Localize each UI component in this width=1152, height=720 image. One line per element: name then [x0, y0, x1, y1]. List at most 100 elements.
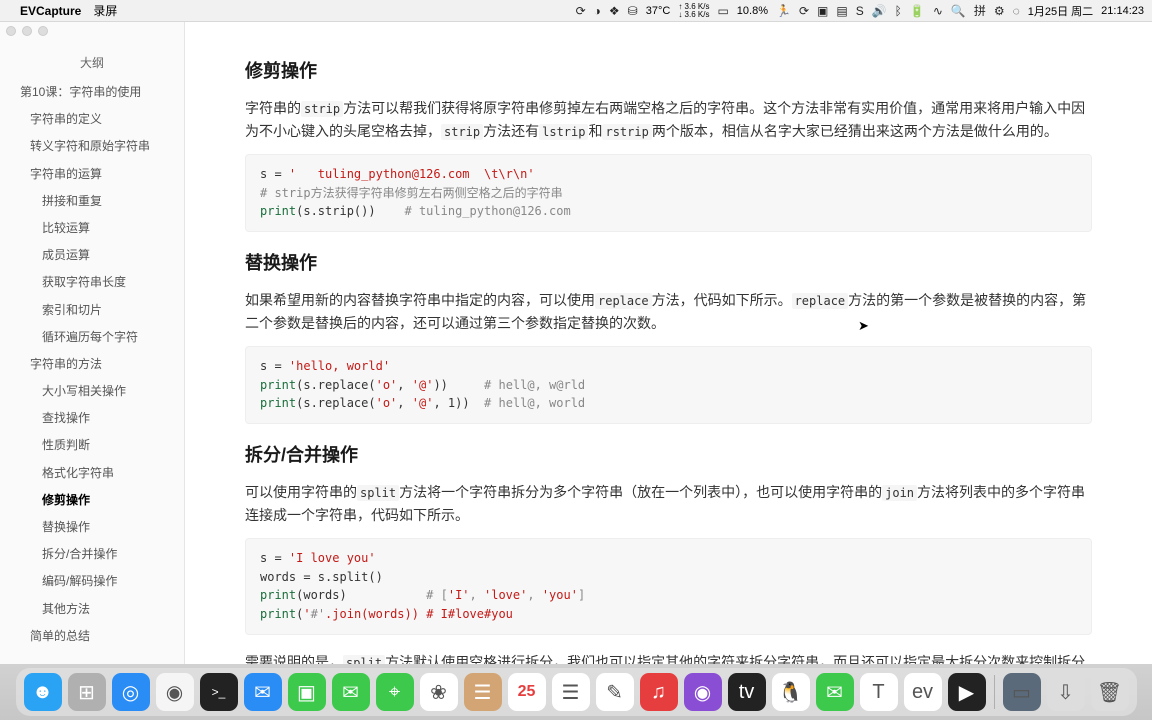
- paragraph: 可以使用字符串的split方法将一个字符串拆分为多个字符串（放在一个列表中），也…: [245, 481, 1092, 529]
- temp: 37°C: [646, 5, 671, 17]
- outline-item[interactable]: 替换操作: [0, 514, 184, 541]
- input-icon[interactable]: 拼: [974, 2, 986, 19]
- dock-app-messages[interactable]: ✉: [332, 673, 370, 711]
- code-block[interactable]: s = 'hello, world' print(s.replace('o', …: [245, 346, 1092, 424]
- outline-item[interactable]: 字符串的定义: [0, 106, 184, 133]
- outline-item[interactable]: 大小写相关操作: [0, 378, 184, 405]
- dock-app-ev[interactable]: ev: [904, 673, 942, 711]
- outline-item[interactable]: 索引和切片: [0, 297, 184, 324]
- dock-app-downloads[interactable]: ⇩: [1047, 673, 1085, 711]
- battery-icon[interactable]: 🔋: [910, 4, 925, 18]
- dock-app-reminders[interactable]: ☰: [552, 673, 590, 711]
- outline-item[interactable]: 比较运算: [0, 215, 184, 242]
- network-stats: ↑ 3.6 K/s ↓ 3.6 K/s: [678, 3, 709, 19]
- date[interactable]: 1月25日 周二: [1028, 3, 1093, 19]
- dock-app-finder[interactable]: ☻: [24, 673, 62, 711]
- outline-item[interactable]: 获取字符串长度: [0, 269, 184, 296]
- dock-app-typora[interactable]: T: [860, 673, 898, 711]
- battery-icon[interactable]: ▭: [717, 4, 728, 18]
- code-inline: strip: [441, 124, 483, 140]
- status-icon[interactable]: ▣: [817, 4, 828, 18]
- code-inline: replace: [595, 293, 652, 309]
- outline-item[interactable]: 修剪操作: [0, 487, 184, 514]
- status-icon[interactable]: ∿: [933, 4, 943, 18]
- dock-app-maps[interactable]: ⌖: [376, 673, 414, 711]
- code-inline: split: [343, 655, 385, 665]
- status-icon[interactable]: ⛁: [628, 4, 638, 18]
- paragraph: 字符串的strip方法可以帮我们获得将原字符串修剪掉左右两端空格之后的字符串。这…: [245, 97, 1092, 145]
- dock-app-photos[interactable]: ❀: [420, 673, 458, 711]
- zoom-button[interactable]: [38, 26, 48, 36]
- outline-item[interactable]: 字符串的运算: [0, 161, 184, 188]
- outline-item[interactable]: 性质判断: [0, 432, 184, 459]
- code-block[interactable]: s = ' tuling_python@126.com \t\r\n' # st…: [245, 154, 1092, 232]
- dock-app-wechat[interactable]: ✉: [816, 673, 854, 711]
- dock-app-qq[interactable]: 🐧: [772, 673, 810, 711]
- dock-app-trash[interactable]: 🗑: [1091, 673, 1129, 711]
- outline-item[interactable]: 简单的总结: [0, 623, 184, 650]
- outline-item[interactable]: 编码/解码操作: [0, 568, 184, 595]
- dock-app-contacts[interactable]: ☰: [464, 673, 502, 711]
- document-content[interactable]: 修剪操作 字符串的strip方法可以帮我们获得将原字符串修剪掉左右两端空格之后的…: [185, 22, 1152, 664]
- cpu: 10.8%: [737, 5, 768, 17]
- code-inline: rstrip: [602, 124, 651, 140]
- outline-item[interactable]: 循环遍历每个字符: [0, 324, 184, 351]
- dock-app-safari[interactable]: ◎: [112, 673, 150, 711]
- heading-trim: 修剪操作: [245, 56, 1092, 87]
- dock-separator: [994, 675, 995, 709]
- dock-app-launchpad[interactable]: ⊞: [68, 673, 106, 711]
- outline-item[interactable]: 拼接和重复: [0, 188, 184, 215]
- search-icon[interactable]: 🔍: [951, 4, 966, 18]
- dock-app-tv[interactable]: tv: [728, 673, 766, 711]
- status-icon[interactable]: ⟳: [799, 4, 809, 18]
- minimize-button[interactable]: [22, 26, 32, 36]
- status-icon[interactable]: ❖: [609, 4, 620, 18]
- outline-item[interactable]: 第10课：字符串的使用: [0, 79, 184, 106]
- dock-app-chrome[interactable]: ◉: [156, 673, 194, 711]
- dock-app-calendar[interactable]: 25: [508, 673, 546, 711]
- heading-replace: 替换操作: [245, 248, 1092, 279]
- code-inline: strip: [301, 101, 343, 117]
- app-name[interactable]: EVCapture: [20, 4, 81, 18]
- bluetooth-icon[interactable]: ᛒ: [895, 4, 902, 18]
- heading-split: 拆分/合并操作: [245, 440, 1092, 471]
- outline-item[interactable]: 拆分/合并操作: [0, 541, 184, 568]
- code-inline: join: [882, 485, 917, 501]
- outline-item[interactable]: 字符串的方法: [0, 351, 184, 378]
- code-inline: replace: [792, 293, 849, 309]
- dock-app-music[interactable]: ♫: [640, 673, 678, 711]
- status-icon[interactable]: ⟳: [576, 4, 586, 18]
- code-block[interactable]: s = 'I love you' words = s.split() print…: [245, 538, 1092, 634]
- status-icon[interactable]: ▤: [836, 4, 847, 18]
- outline-item[interactable]: 查找操作: [0, 405, 184, 432]
- status-icon[interactable]: S: [856, 4, 864, 18]
- dock-app-notes[interactable]: ✎: [596, 673, 634, 711]
- status-icon[interactable]: ◑: [594, 4, 601, 18]
- dock-app-folder[interactable]: ▭: [1003, 673, 1041, 711]
- dock: ☻⊞◎◉>_✉▣✉⌖❀☰25☰✎♫◉tv🐧✉Tev▶▭⇩🗑: [0, 664, 1152, 720]
- close-button[interactable]: [6, 26, 16, 36]
- menu-record[interactable]: 录屏: [93, 2, 117, 19]
- code-inline: lstrip: [539, 124, 588, 140]
- outline-header: 大纲: [0, 50, 184, 79]
- paragraph: 需要说明的是，split方法默认使用空格进行拆分，我们也可以指定其他的字符来拆分…: [245, 651, 1092, 665]
- toggles-icon[interactable]: ⚙: [994, 4, 1005, 18]
- dock-app-podcasts[interactable]: ◉: [684, 673, 722, 711]
- outline-item[interactable]: 其他方法: [0, 596, 184, 623]
- outline-item[interactable]: 格式化字符串: [0, 460, 184, 487]
- status-icon[interactable]: ◌: [1013, 4, 1020, 18]
- runner-icon[interactable]: 🏃: [776, 4, 791, 18]
- outline-sidebar: 大纲 第10课：字符串的使用字符串的定义转义字符和原始字符串字符串的运算拼接和重…: [0, 22, 185, 664]
- menubar: EVCapture 录屏 ⟳ ◑ ❖ ⛁ 37°C ↑ 3.6 K/s ↓ 3.…: [0, 0, 1152, 22]
- dock-app-mail[interactable]: ✉: [244, 673, 282, 711]
- time[interactable]: 21:14:23: [1101, 5, 1144, 17]
- paragraph: 如果希望用新的内容替换字符串中指定的内容，可以使用replace方法，代码如下所…: [245, 289, 1092, 337]
- dock-app-facetime[interactable]: ▣: [288, 673, 326, 711]
- dock-app-player[interactable]: ▶: [948, 673, 986, 711]
- volume-icon[interactable]: 🔊: [872, 4, 887, 18]
- code-inline: split: [357, 485, 399, 501]
- window-controls: [6, 26, 48, 36]
- dock-app-terminal[interactable]: >_: [200, 673, 238, 711]
- outline-item[interactable]: 成员运算: [0, 242, 184, 269]
- outline-item[interactable]: 转义字符和原始字符串: [0, 133, 184, 160]
